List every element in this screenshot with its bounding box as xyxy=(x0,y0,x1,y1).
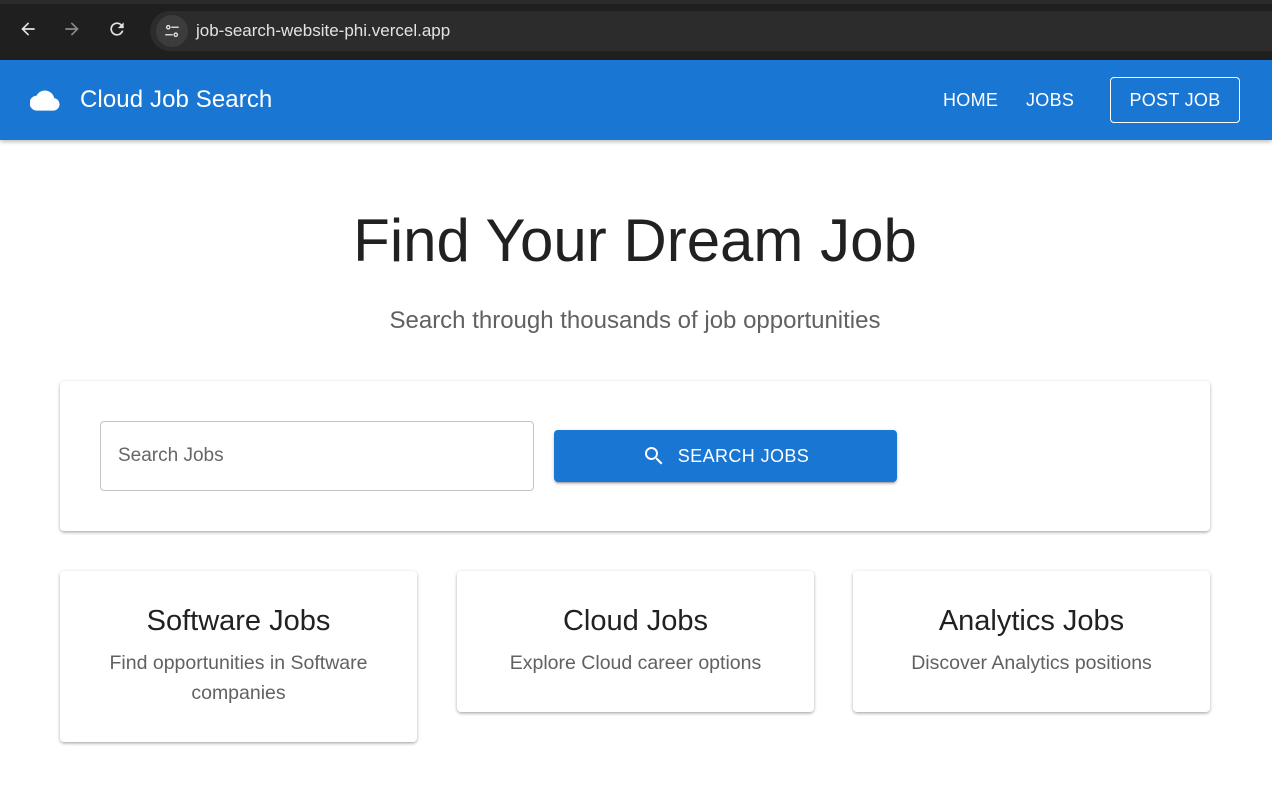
category-title: Analytics Jobs xyxy=(938,605,1125,637)
back-button[interactable] xyxy=(13,14,43,44)
forward-button[interactable] xyxy=(57,14,87,44)
search-jobs-button[interactable]: SEARCH JOBS xyxy=(554,430,897,482)
category-description: Explore Cloud career options xyxy=(509,652,762,674)
page-subtitle: Search through thousands of job opportun… xyxy=(389,307,881,334)
reload-button[interactable] xyxy=(102,14,132,44)
nav-home[interactable]: HOME xyxy=(943,90,998,111)
search-jobs-label: SEARCH JOBS xyxy=(677,445,810,466)
url-text[interactable]: job-search-website-phi.vercel.app xyxy=(196,21,450,41)
category-description: Discover Analytics positions xyxy=(911,652,1152,674)
search-input[interactable] xyxy=(100,421,534,491)
site-info-button[interactable] xyxy=(156,15,188,47)
brand-title[interactable]: Cloud Job Search xyxy=(80,86,272,114)
arrow-left-icon xyxy=(21,22,35,36)
tune-icon xyxy=(165,24,179,38)
category-card-cloud[interactable]: Cloud Jobs Explore Cloud career options xyxy=(457,571,814,712)
post-job-label: POST JOB xyxy=(1129,89,1221,110)
reload-icon xyxy=(110,22,124,36)
cloud-icon xyxy=(30,90,60,111)
arrow-right-icon xyxy=(65,22,79,36)
nav-jobs[interactable]: JOBS xyxy=(1026,90,1074,111)
category-description: Find opportunities in Software companies xyxy=(109,652,368,704)
category-title: Cloud Jobs xyxy=(562,605,709,637)
tab-strip-edge xyxy=(0,0,1272,4)
post-job-button[interactable]: POST JOB xyxy=(1110,77,1240,123)
category-card-analytics[interactable]: Analytics Jobs Discover Analytics positi… xyxy=(853,571,1210,712)
address-bar[interactable]: job-search-website-phi.vercel.app xyxy=(150,11,1272,51)
category-title: Software Jobs xyxy=(146,605,331,637)
page-title: Find Your Dream Job xyxy=(353,207,917,274)
category-card-software[interactable]: Software Jobs Find opportunities in Soft… xyxy=(60,571,417,742)
search-icon xyxy=(642,444,666,468)
